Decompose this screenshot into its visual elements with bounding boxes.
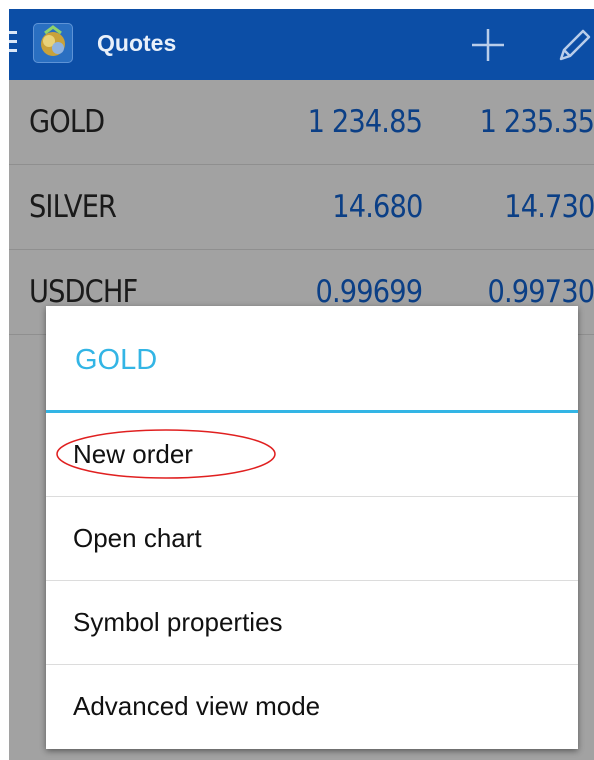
menu-item-advanced-view-mode[interactable]: Advanced view mode [46, 665, 578, 748]
menu-item-label: Open chart [73, 523, 202, 553]
menu-item-symbol-properties[interactable]: Symbol properties [46, 581, 578, 665]
menu-icon[interactable] [9, 31, 17, 53]
symbol-context-dialog: GOLD New order Open chart Symbol propert… [46, 306, 578, 749]
dialog-title: GOLD [75, 344, 158, 376]
page-title: Quotes [97, 30, 177, 56]
quote-bid: 14.680 [331, 189, 423, 225]
menu-item-label: New order [73, 439, 193, 469]
menu-item-label: Advanced view mode [73, 691, 321, 721]
quote-row-silver[interactable]: SILVER 14.680 14.730 [9, 165, 594, 250]
menu-item-label: Symbol properties [73, 607, 283, 637]
edit-icon[interactable] [555, 25, 594, 65]
quote-symbol: GOLD [29, 104, 105, 140]
quote-ask: 14.730 [503, 189, 594, 225]
quote-bid: 1 234.85 [307, 104, 423, 140]
quotes-screen: Quotes GOLD 1 234.85 1 235.35 SILVER 14.… [9, 9, 594, 760]
menu-item-open-chart[interactable]: Open chart [46, 497, 578, 581]
quote-row-gold[interactable]: GOLD 1 234.85 1 235.35 [9, 80, 594, 165]
action-bar: Quotes [9, 9, 594, 80]
app-icon[interactable] [33, 23, 73, 63]
quote-symbol: SILVER [29, 189, 117, 225]
quote-ask: 1 235.35 [479, 104, 594, 140]
menu-item-new-order[interactable]: New order [46, 413, 578, 497]
add-icon[interactable] [468, 25, 508, 65]
